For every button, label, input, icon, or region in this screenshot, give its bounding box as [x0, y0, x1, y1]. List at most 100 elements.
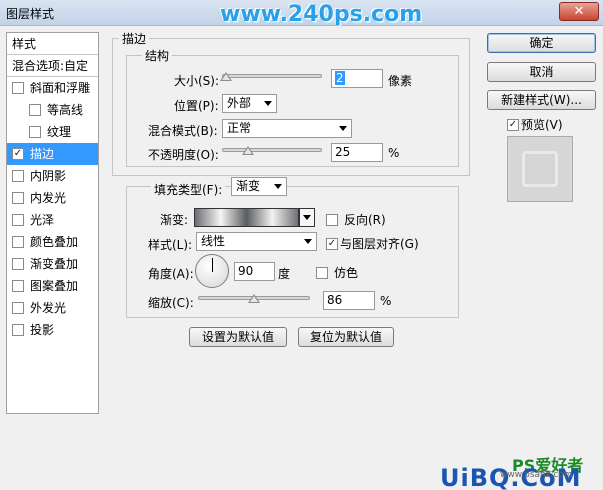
size-value: 2 — [335, 71, 345, 85]
ok-button[interactable]: 确定 — [487, 33, 596, 53]
size-input[interactable]: 2 — [331, 69, 383, 88]
sidebar-item-checkbox[interactable] — [12, 302, 24, 314]
size-slider[interactable] — [222, 74, 322, 78]
sidebar-item-label: 斜面和浮雕 — [30, 81, 91, 95]
sidebar-item-label: 图案叠加 — [30, 279, 79, 293]
sidebar-item-checkbox[interactable] — [12, 82, 24, 94]
sidebar-item[interactable]: 纹理 — [7, 121, 98, 143]
new-style-button[interactable]: 新建样式(W)... — [487, 90, 596, 110]
watermark-url: www.psahz.com — [500, 470, 573, 480]
chevron-down-icon — [264, 101, 272, 106]
fill-type-select[interactable]: 渐变 — [231, 177, 287, 196]
sidebar-item[interactable]: 渐变叠加 — [7, 253, 98, 275]
angle-dial[interactable] — [195, 254, 229, 288]
sidebar-item-label: 纹理 — [47, 125, 72, 139]
sidebar-item[interactable]: 内阴影 — [7, 165, 98, 187]
sidebar-item-checkbox[interactable]: ✓ — [12, 148, 24, 160]
preview-shape — [522, 151, 558, 187]
position-select[interactable]: 外部 — [222, 94, 277, 113]
blend-options-item[interactable]: 混合选项:自定 — [7, 55, 98, 77]
size-unit: 像素 — [388, 74, 413, 88]
sidebar-item-checkbox[interactable] — [12, 192, 24, 204]
style-select[interactable]: 线性 — [196, 232, 317, 251]
sidebar-item-label: 颜色叠加 — [30, 235, 79, 249]
sidebar-item-checkbox[interactable] — [12, 170, 24, 182]
sidebar-item-checkbox[interactable] — [12, 236, 24, 248]
sidebar-item[interactable]: 等高线 — [7, 99, 98, 121]
sidebar-item-label: 外发光 — [30, 301, 67, 315]
sidebar-item-checkbox[interactable] — [29, 126, 41, 138]
reverse-checkbox[interactable]: 反向(R) — [326, 211, 386, 228]
sidebar-item-checkbox[interactable] — [12, 214, 24, 226]
dither-checkbox[interactable]: 仿色 — [316, 264, 358, 281]
preview-checkbox-box[interactable]: ✓ — [507, 118, 519, 131]
angle-label: 角度(A): — [148, 267, 194, 281]
sidebar-item-label: 光泽 — [30, 213, 55, 227]
chevron-down-icon — [303, 215, 311, 220]
sidebar-item[interactable]: 投影 — [7, 319, 98, 341]
size-slider-thumb[interactable] — [220, 72, 232, 81]
gradient-swatch[interactable] — [194, 208, 299, 227]
sidebar-item-checkbox[interactable] — [12, 280, 24, 292]
position-label: 位置(P): — [174, 99, 219, 113]
preview-checkbox[interactable]: ✓ 预览(V) — [507, 116, 563, 133]
make-default-button[interactable]: 设置为默认值 — [189, 327, 287, 347]
sidebar-item[interactable]: 图案叠加 — [7, 275, 98, 297]
styles-header[interactable]: 样式 — [7, 33, 98, 55]
reverse-label: 反向(R) — [344, 213, 386, 227]
blend-mode-label: 混合模式(B): — [148, 124, 218, 138]
fill-type-value: 渐变 — [236, 179, 261, 193]
fill-type-label: 填充类型(F): — [151, 181, 226, 198]
reverse-checkbox-box[interactable] — [326, 213, 338, 226]
sidebar-item[interactable]: 斜面和浮雕 — [7, 77, 98, 99]
sidebar-item[interactable]: 光泽 — [7, 209, 98, 231]
sidebar-item-label: 投影 — [30, 323, 55, 337]
blend-mode-select[interactable]: 正常 — [222, 119, 352, 138]
structure-group-title: 结构 — [142, 47, 173, 64]
chevron-down-icon — [274, 184, 282, 189]
preview-label: 预览(V) — [521, 118, 563, 132]
opacity-slider-thumb[interactable] — [242, 146, 254, 155]
sidebar-item[interactable]: 外发光 — [7, 297, 98, 319]
watermark-bottom: PS爱好者 UiBQ.CoM www.psahz.com — [440, 452, 603, 490]
sidebar-item[interactable]: ✓ 描边 — [7, 143, 98, 165]
angle-input[interactable]: 90 — [234, 262, 275, 281]
gradient-dropdown-button[interactable] — [299, 208, 315, 227]
blend-mode-value: 正常 — [227, 121, 252, 135]
scale-slider-thumb[interactable] — [248, 294, 260, 303]
opacity-unit: % — [388, 146, 400, 160]
sidebar-item[interactable]: 颜色叠加 — [7, 231, 98, 253]
scale-label: 缩放(C): — [148, 296, 194, 310]
align-label: 与图层对齐(G) — [340, 237, 419, 251]
watermark-top: www.240ps.com — [220, 2, 423, 27]
align-checkbox-box[interactable]: ✓ — [326, 237, 338, 250]
sidebar-item-checkbox[interactable] — [29, 104, 41, 116]
position-value: 外部 — [227, 96, 252, 110]
sidebar-item[interactable]: 内发光 — [7, 187, 98, 209]
sidebar-item-label: 内阴影 — [30, 169, 67, 183]
style-preview-swatch — [507, 136, 573, 202]
close-button[interactable]: ✕ — [559, 2, 599, 21]
opacity-input[interactable]: 25 — [331, 143, 383, 162]
scale-input[interactable]: 86 — [323, 291, 375, 310]
dither-checkbox-box[interactable] — [316, 266, 328, 279]
align-checkbox[interactable]: ✓ 与图层对齐(G) — [326, 235, 419, 252]
styles-sidebar: 样式 混合选项:自定 斜面和浮雕等高线纹理 ✓ 描边内阴影内发光光泽颜色叠加渐变叠加… — [6, 32, 99, 414]
angle-needle — [212, 258, 213, 272]
opacity-slider[interactable] — [222, 148, 322, 152]
sidebar-item-label: 内发光 — [30, 191, 67, 205]
style-label: 样式(L): — [148, 238, 193, 252]
stroke-group-title: 描边 — [119, 30, 150, 47]
opacity-label: 不透明度(O): — [148, 148, 219, 162]
scale-unit: % — [380, 294, 392, 308]
sidebar-item-label: 等高线 — [47, 103, 84, 117]
window-title: 图层样式 — [6, 7, 55, 21]
size-label: 大小(S): — [174, 74, 220, 88]
gradient-label: 渐变: — [160, 213, 189, 227]
angle-unit: 度 — [278, 267, 291, 281]
cancel-button[interactable]: 取消 — [487, 62, 596, 82]
reset-default-button[interactable]: 复位为默认值 — [298, 327, 394, 347]
sidebar-item-checkbox[interactable] — [12, 324, 24, 336]
sidebar-item-checkbox[interactable] — [12, 258, 24, 270]
style-value: 线性 — [201, 234, 226, 248]
